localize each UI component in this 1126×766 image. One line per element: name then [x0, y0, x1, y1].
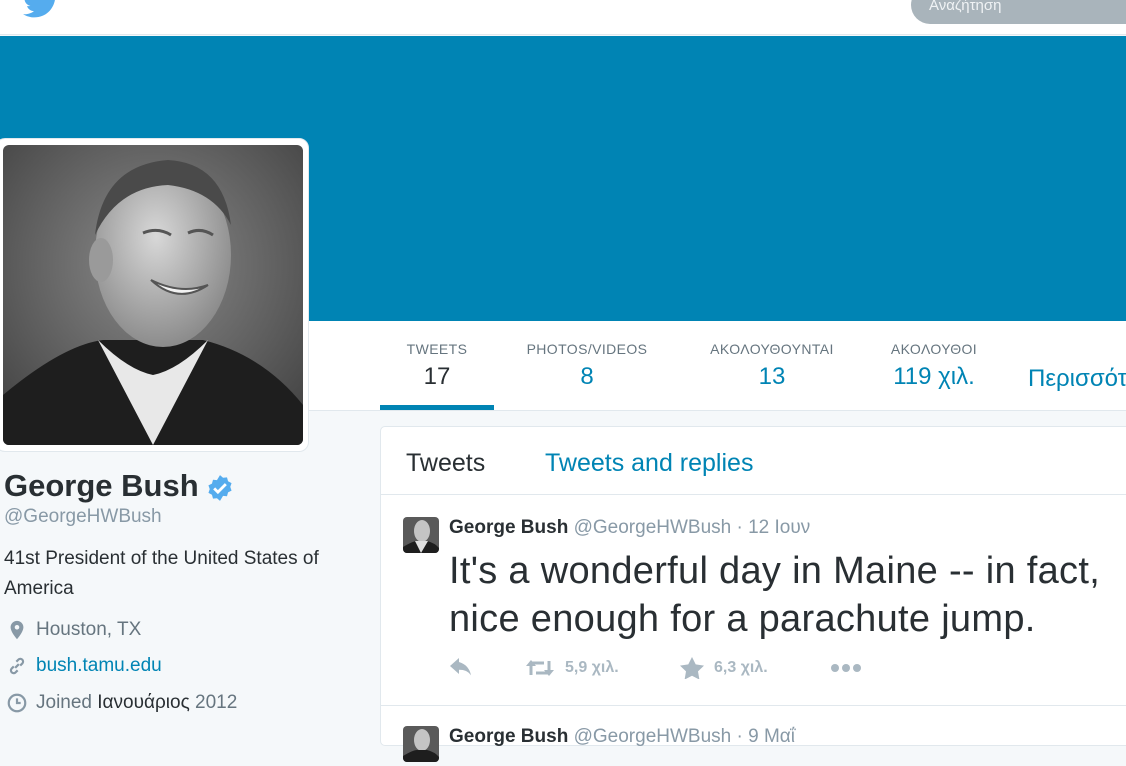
tweet-timestamp[interactable]: · 12 Ιουν	[737, 517, 811, 538]
stat-followers[interactable]: ΑΚΟΛΟΥΘΟΙ 119 χιλ.	[882, 341, 986, 391]
tweet-item[interactable]: George Bush @GeorgeHWBush · 12 Ιουν It's…	[381, 495, 1126, 705]
profile-name[interactable]: George Bush	[4, 468, 199, 504]
star-icon	[680, 657, 704, 679]
tweet-text-line-1: It's a wonderful day in Maine -- in fact…	[449, 550, 1101, 592]
calendar-clock-icon	[7, 693, 27, 713]
profile-avatar[interactable]	[3, 145, 303, 445]
stat-value: 17	[423, 363, 451, 390]
retweet-icon	[526, 660, 554, 676]
location-pin-icon	[10, 620, 24, 640]
stat-following[interactable]: ΑΚΟΛΟΥΘΟΥΝΤΑΙ 13	[702, 341, 842, 391]
stat-value: 13	[758, 363, 786, 390]
tab-tweets[interactable]: Tweets	[406, 449, 485, 478]
favorite-button[interactable]: 6,3 χιλ.	[680, 657, 830, 679]
tweet-item[interactable]: George Bush @GeorgeHWBush · 9 Μαΐ	[381, 706, 1126, 766]
timeline: Tweets Tweets and replies George Bush @G…	[380, 426, 1126, 762]
verified-badge-icon	[208, 475, 232, 501]
stat-photos-videos[interactable]: PHOTOS/VIDEOS 8	[516, 341, 658, 391]
tweet-avatar[interactable]	[403, 517, 439, 553]
reply-button[interactable]	[449, 658, 525, 678]
more-link[interactable]: Περισσότερα	[1028, 365, 1126, 393]
tweet-header: George Bush @GeorgeHWBush · 9 Μαΐ	[449, 726, 795, 748]
tweet-author-handle[interactable]: @GeorgeHWBush	[574, 517, 732, 538]
timeline-tabs: Tweets Tweets and replies	[381, 427, 1126, 495]
stat-label: PHOTOS/VIDEOS	[526, 341, 648, 357]
profile-location: Houston, TX	[6, 619, 141, 641]
retweet-count: 5,9 χιλ.	[565, 659, 619, 676]
joined-prefix: Joined	[36, 692, 92, 713]
stat-label: ΑΚΟΛΟΥΘΟΙ	[890, 341, 978, 357]
profile-handle[interactable]: @GeorgeHWBush	[4, 506, 162, 528]
stat-value: 119 χιλ.	[893, 363, 975, 390]
profile-joined: Joined Ιανουάριος 2012	[6, 692, 237, 714]
tweet-header: George Bush @GeorgeHWBush · 12 Ιουν	[449, 517, 810, 539]
stat-label: ΑΚΟΛΟΥΘΟΥΝΤΑΙ	[710, 341, 834, 357]
more-options-button[interactable]	[830, 663, 872, 673]
reply-icon	[450, 658, 471, 676]
tab-tweets-and-replies[interactable]: Tweets and replies	[545, 449, 753, 478]
stat-value: 8	[580, 363, 594, 390]
tweet-avatar[interactable]	[403, 726, 439, 762]
tweet-text-line-2: nice enough for a parachute jump.	[449, 598, 1036, 640]
search-input[interactable]: Αναζήτηση	[911, 0, 1126, 24]
tweet-author-name[interactable]: George Bush	[449, 517, 568, 538]
active-tab-indicator	[380, 405, 494, 410]
joined-year: 2012	[195, 692, 238, 713]
profile-bio: 41st President of the United States of A…	[4, 548, 319, 599]
retweet-button[interactable]: 5,9 χιλ.	[525, 658, 680, 678]
link-icon	[9, 657, 25, 675]
profile-website: bush.tamu.edu	[6, 655, 162, 677]
website-link[interactable]: bush.tamu.edu	[36, 655, 162, 677]
stat-label: TWEETS	[406, 341, 468, 357]
location-text: Houston, TX	[36, 619, 142, 640]
favorite-count: 6,3 χιλ.	[714, 659, 768, 676]
twitter-bird-icon[interactable]	[22, 0, 60, 18]
ellipsis-icon	[831, 664, 861, 672]
top-bar: Αναζήτηση	[0, 0, 1126, 35]
joined-month: Ιανουάριος	[97, 692, 190, 713]
tweet-actions: 5,9 χιλ. 6,3 χιλ.	[449, 657, 872, 679]
stat-tweets[interactable]: TWEETS 17	[403, 341, 471, 391]
